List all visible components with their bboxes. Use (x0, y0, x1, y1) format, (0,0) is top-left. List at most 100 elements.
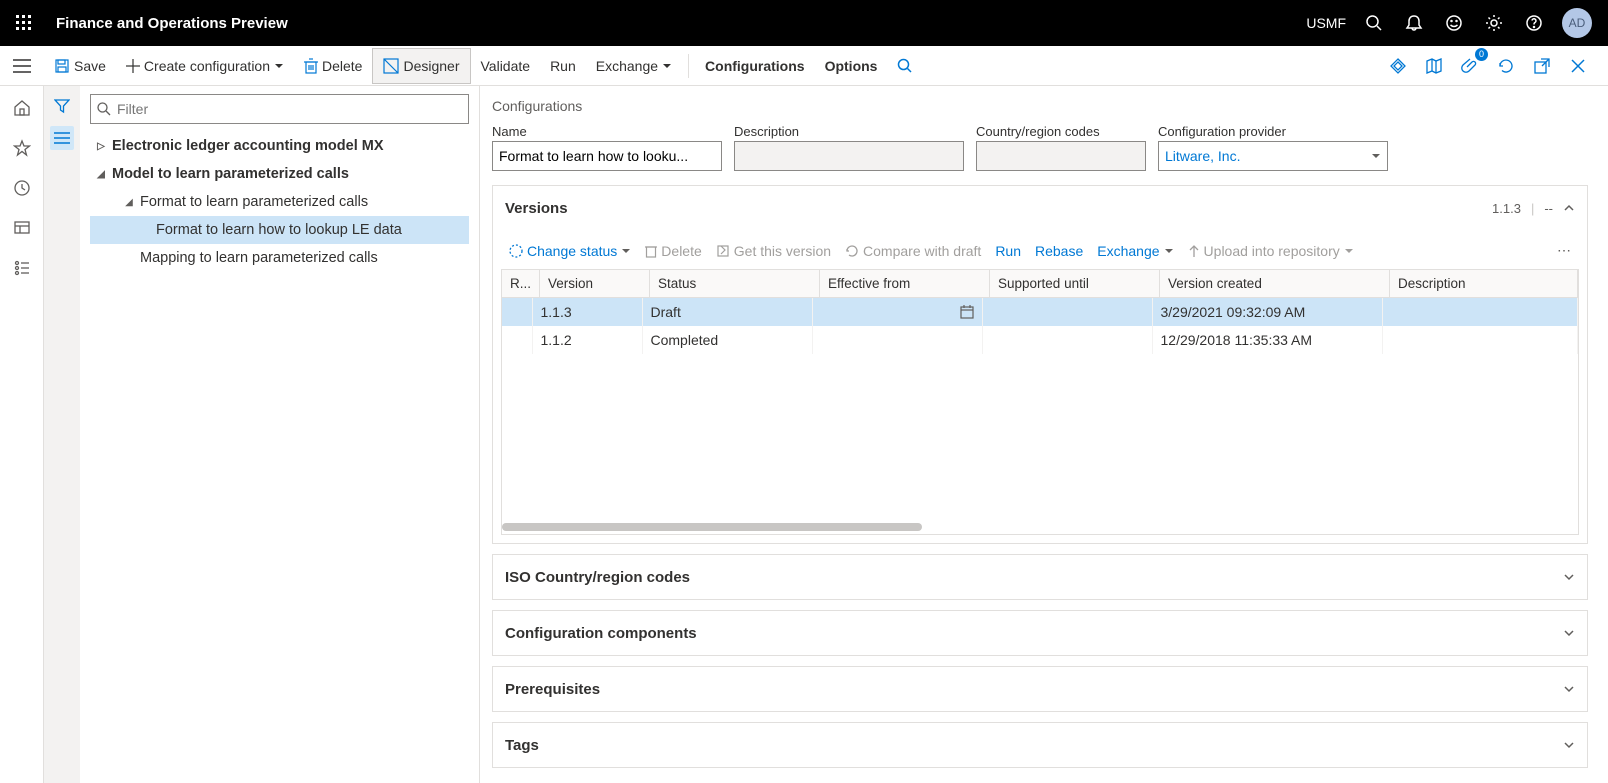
diamond-icon[interactable] (1384, 52, 1412, 80)
waffle-icon[interactable] (8, 7, 40, 39)
table-row[interactable]: 1.1.2 Completed 12/29/2018 11:35:33 AM (502, 326, 1578, 354)
components-header[interactable]: Configuration components (493, 611, 1587, 655)
attachment-icon[interactable]: 0 (1456, 52, 1484, 80)
tree-label: Format to learn how to lookup LE data (156, 222, 402, 238)
smile-icon[interactable] (1442, 11, 1466, 35)
gear-icon[interactable] (1482, 11, 1506, 35)
provider-label: Configuration provider (1158, 124, 1388, 139)
prereq-panel: Prerequisites (492, 666, 1588, 712)
create-label: Create configuration (144, 58, 270, 74)
version-exchange-button[interactable]: Exchange (1097, 243, 1173, 259)
chevron-down-icon (1563, 739, 1575, 751)
validate-button[interactable]: Validate (471, 48, 541, 84)
save-label: Save (74, 58, 106, 74)
exchange-label: Exchange (596, 58, 658, 74)
tree-node[interactable]: ◢Format to learn parameterized calls (90, 188, 469, 216)
chevron-down-icon (1563, 571, 1575, 583)
run-label: Run (550, 58, 576, 74)
filter-rail (44, 86, 80, 783)
col-supported[interactable]: Supported until (990, 270, 1160, 298)
popout-icon[interactable] (1528, 52, 1556, 80)
tags-panel: Tags (492, 722, 1588, 768)
change-status-button[interactable]: Change status (509, 243, 631, 259)
table-row[interactable]: 1.1.3 Draft 3/29/2021 09:32:09 AM (502, 298, 1578, 326)
more-icon[interactable]: ⋯ (1557, 242, 1571, 259)
rebase-button[interactable]: Rebase (1035, 243, 1083, 259)
tree-label: Electronic ledger accounting model MX (112, 138, 384, 154)
designer-label: Designer (403, 58, 459, 74)
filter-input[interactable] (117, 101, 462, 117)
run-button[interactable]: Run (540, 48, 586, 84)
app-title: Finance and Operations Preview (56, 15, 288, 32)
header-right: USMF AD (1306, 8, 1600, 38)
delete-label: Delete (322, 58, 362, 74)
tree-node-selected[interactable]: Format to learn how to lookup LE data (90, 216, 469, 244)
col-effective[interactable]: Effective from (820, 270, 990, 298)
calendar-icon[interactable] (960, 305, 974, 319)
clock-icon[interactable] (8, 174, 36, 202)
tree-label: Model to learn parameterized calls (112, 166, 349, 182)
search-icon[interactable] (1362, 11, 1386, 35)
section-title: Configurations (492, 98, 1588, 114)
versions-grid: R... Version Status Effective from Suppo… (501, 269, 1579, 535)
prereq-header[interactable]: Prerequisites (493, 667, 1587, 711)
options-button[interactable]: Options (815, 48, 888, 84)
col-version[interactable]: Version (540, 270, 650, 298)
col-r[interactable]: R... (502, 270, 540, 298)
help-icon[interactable] (1522, 11, 1546, 35)
config-form: Name Description Country/region codes Co… (492, 124, 1588, 171)
delete-button[interactable]: Delete (294, 48, 372, 84)
tree: ▷Electronic ledger accounting model MX ◢… (90, 132, 469, 272)
exchange-button[interactable]: Exchange (586, 48, 682, 84)
tree-node[interactable]: ▷Electronic ledger accounting model MX (90, 132, 469, 160)
star-icon[interactable] (8, 134, 36, 162)
col-desc[interactable]: Description (1390, 270, 1578, 298)
components-panel: Configuration components (492, 610, 1588, 656)
versions-header[interactable]: Versions 1.1.3 | -- (493, 186, 1587, 230)
name-label: Name (492, 124, 722, 139)
compare-button: Compare with draft (845, 243, 981, 259)
tree-filter[interactable] (90, 94, 469, 124)
workspace-icon[interactable] (8, 214, 36, 242)
close-icon[interactable] (1564, 52, 1592, 80)
provider-value: Litware, Inc. (1165, 148, 1240, 164)
tree-node[interactable]: Mapping to learn parameterized calls (90, 244, 469, 272)
left-rail (0, 86, 44, 783)
country-field[interactable] (976, 141, 1146, 171)
iso-panel: ISO Country/region codes (492, 554, 1588, 600)
create-config-button[interactable]: Create configuration (116, 48, 294, 84)
avatar[interactable]: AD (1562, 8, 1592, 38)
action-search-button[interactable] (887, 48, 923, 84)
name-field[interactable] (492, 141, 722, 171)
refresh-icon[interactable] (1492, 52, 1520, 80)
app-header: Finance and Operations Preview USMF AD (0, 0, 1608, 46)
version-run-button[interactable]: Run (995, 243, 1021, 259)
company-code[interactable]: USMF (1306, 15, 1346, 31)
version-dash: -- (1544, 201, 1553, 216)
col-created[interactable]: Version created (1160, 270, 1390, 298)
tags-header[interactable]: Tags (493, 723, 1587, 767)
bell-icon[interactable] (1402, 11, 1426, 35)
country-label: Country/region codes (976, 124, 1146, 139)
provider-select[interactable]: Litware, Inc. (1158, 141, 1388, 171)
col-status[interactable]: Status (650, 270, 820, 298)
hamburger-icon[interactable] (0, 46, 44, 86)
list-icon[interactable] (50, 126, 74, 150)
chevron-down-icon (1563, 627, 1575, 639)
desc-label: Description (734, 124, 964, 139)
configurations-button[interactable]: Configurations (695, 48, 815, 84)
map-icon[interactable] (1420, 52, 1448, 80)
modules-icon[interactable] (8, 254, 36, 282)
hscrollbar[interactable] (502, 520, 1578, 534)
home-icon[interactable] (8, 94, 36, 122)
grid-header-row: R... Version Status Effective from Suppo… (502, 270, 1578, 298)
funnel-icon[interactable] (50, 94, 74, 118)
content: Configurations Name Description Country/… (480, 86, 1608, 783)
tree-node[interactable]: ◢Model to learn parameterized calls (90, 160, 469, 188)
chevron-up-icon (1563, 202, 1575, 214)
action-bar: Save Create configuration Delete Designe… (0, 46, 1608, 86)
designer-button[interactable]: Designer (372, 48, 470, 84)
save-button[interactable]: Save (44, 48, 116, 84)
desc-field[interactable] (734, 141, 964, 171)
iso-header[interactable]: ISO Country/region codes (493, 555, 1587, 599)
